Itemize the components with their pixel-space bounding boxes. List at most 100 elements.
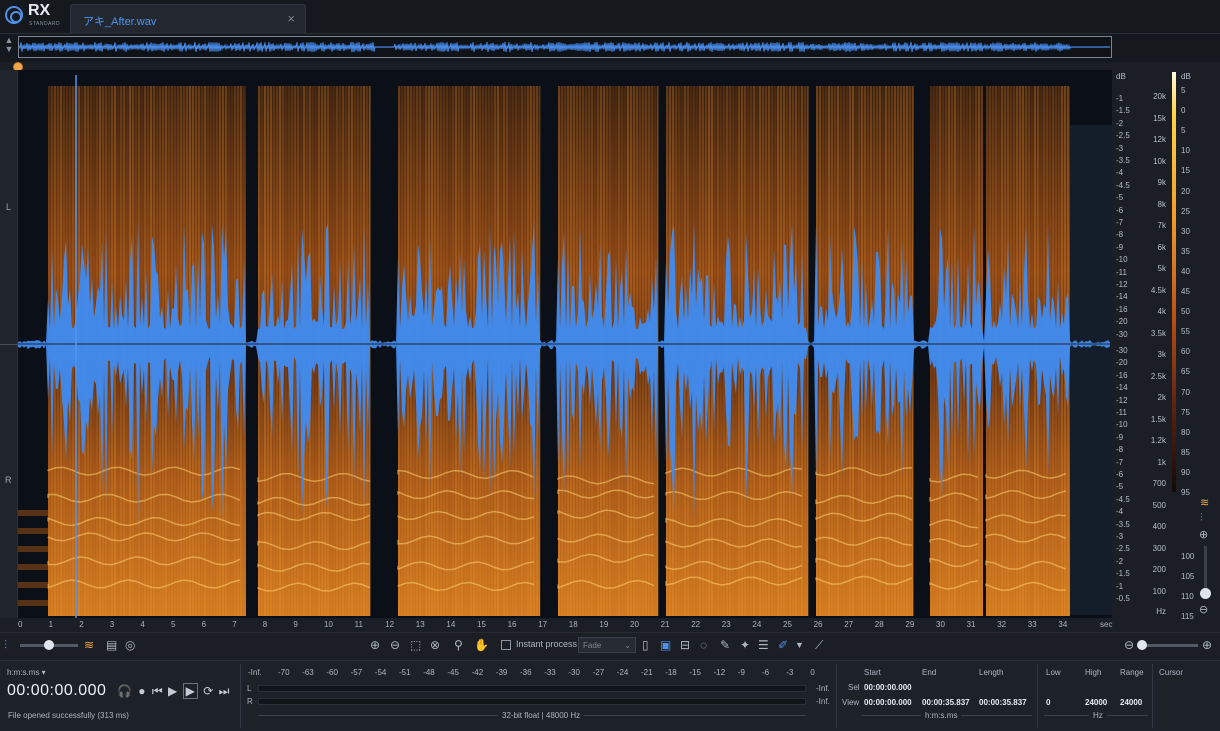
- meter-tick: -51: [399, 668, 411, 677]
- range-freq-field[interactable]: 24000: [1120, 698, 1142, 707]
- time-display: 00:00:00.000: [7, 682, 107, 699]
- view-length-field[interactable]: 00:00:35.837: [979, 698, 1027, 707]
- harmonics-icon[interactable]: ☰: [758, 637, 769, 653]
- time-tick: 0: [18, 620, 23, 629]
- waveform-icon[interactable]: ⫶: [4, 637, 7, 653]
- color-tick: 100: [1181, 552, 1195, 561]
- meter-tick: -42: [471, 668, 484, 677]
- high-freq-field[interactable]: 24000: [1085, 698, 1107, 707]
- frequency-selection-icon[interactable]: ⊟: [680, 637, 690, 653]
- time-tick: 13: [415, 620, 425, 629]
- headphones-icon[interactable]: 🎧: [117, 684, 132, 698]
- color-tick: 20: [1181, 186, 1190, 196]
- record-icon[interactable]: ●: [138, 684, 145, 698]
- range-header: Range: [1120, 668, 1144, 677]
- cursor-header: Cursor: [1159, 668, 1184, 677]
- color-tick: 50: [1181, 307, 1190, 317]
- magic-wand-icon[interactable]: ✦: [740, 637, 750, 653]
- zoom-selection-icon[interactable]: ⬚: [410, 637, 421, 653]
- freq-units-label: Hz: [1089, 711, 1107, 720]
- meter-tick: -18: [665, 668, 677, 677]
- time-tick: 26: [813, 620, 823, 629]
- time-tick: 30: [936, 620, 945, 629]
- zoom-fit-icon[interactable]: ⊗: [430, 637, 440, 653]
- zoom-out-icon[interactable]: ⊖: [390, 637, 400, 653]
- freq-tick: 5k: [1157, 264, 1166, 273]
- fade-mode-select[interactable]: Fade ⌄: [578, 637, 636, 653]
- loop-icon[interactable]: ⟳: [203, 684, 213, 698]
- db-tick: -16: [1116, 370, 1128, 380]
- chevron-down-icon[interactable]: ▼: [795, 637, 804, 653]
- db-tick: -4: [1116, 168, 1124, 178]
- logo-edition: STANDARD: [29, 21, 61, 27]
- low-freq-field[interactable]: 0: [1046, 698, 1050, 707]
- right-peak-value: -Inf.: [816, 697, 830, 706]
- time-format-select[interactable]: h:m:s.ms ▾: [7, 668, 46, 677]
- lowband-bar: [18, 600, 48, 606]
- sel-start-field[interactable]: 00:00:00.000: [864, 683, 912, 692]
- zoom-in-vertical-icon[interactable]: ⊕: [1199, 528, 1208, 541]
- meter-tick: 0: [810, 668, 815, 677]
- zoom-in-icon[interactable]: ⊕: [370, 637, 380, 653]
- zoom-out-horizontal-icon[interactable]: ⊖: [1124, 637, 1134, 653]
- db-tick: -0.5: [1116, 594, 1130, 603]
- zoom-in-horizontal-icon[interactable]: ⊕: [1202, 637, 1212, 653]
- lowband-bar: [18, 546, 48, 552]
- meter-tick: -70: [278, 668, 290, 677]
- freq-tick: 3.5k: [1150, 328, 1166, 338]
- meter-tick: -9: [737, 668, 745, 677]
- horizontal-zoom-thumb[interactable]: [1137, 640, 1147, 650]
- freq-tick: 7k: [1157, 221, 1166, 230]
- channel-right-label: R: [5, 475, 12, 485]
- curve-icon[interactable]: ⟋: [815, 637, 823, 653]
- comment-icon[interactable]: ◎: [125, 637, 135, 653]
- brush-icon[interactable]: ✎: [720, 637, 730, 653]
- hand-tool-icon[interactable]: ✋: [474, 637, 489, 653]
- time-selection-icon[interactable]: ▯: [642, 637, 649, 653]
- opacity-slider-thumb[interactable]: [44, 640, 54, 650]
- lowband-bar: [18, 564, 48, 570]
- meter-tick: -27: [592, 668, 605, 677]
- sel-row-label: Sel: [848, 683, 860, 692]
- meter-tick: -21: [641, 668, 653, 677]
- horizontal-zoom-slider[interactable]: [1138, 644, 1198, 647]
- skip-to-end-icon[interactable]: ⏭: [219, 684, 230, 698]
- instant-process-label: Instant process: [516, 639, 578, 649]
- lowband-bar: [18, 528, 48, 534]
- length-header: Length: [979, 668, 1004, 677]
- spectrogram-view[interactable]: [18, 70, 1112, 618]
- freq-unit: Hz: [1156, 607, 1166, 616]
- spectrogram-icon[interactable]: ≋: [84, 637, 94, 653]
- freq-tick: 300: [1152, 543, 1166, 553]
- color-tick: 5: [1181, 126, 1186, 136]
- waveform-toggle-icon[interactable]: ⫶: [1200, 512, 1203, 525]
- notes-icon[interactable]: ▤: [106, 637, 117, 653]
- zoom-out-vertical-icon[interactable]: ⊖: [1199, 603, 1208, 616]
- db-tick: -11: [1116, 408, 1127, 417]
- close-tab-icon[interactable]: ×: [287, 11, 295, 26]
- pencil-icon[interactable]: ✐: [778, 637, 788, 653]
- lasso-icon[interactable]: ◌: [700, 637, 707, 653]
- vertical-zoom-thumb[interactable]: [1200, 588, 1211, 599]
- color-tick: 65: [1181, 367, 1190, 377]
- zoom-tool-icon[interactable]: ⚲: [454, 637, 463, 653]
- time-frequency-selection-icon[interactable]: ▣: [660, 637, 671, 653]
- view-row-label: View: [842, 698, 860, 707]
- view-end-field[interactable]: 00:00:35.837: [922, 698, 970, 707]
- db-tick: -7: [1116, 218, 1124, 227]
- meter-tick: -45: [447, 668, 459, 677]
- instant-process-checkbox[interactable]: [501, 640, 511, 650]
- spectrogram-toggle-icon[interactable]: ≋: [1200, 496, 1209, 509]
- db-tick: -4.5: [1116, 494, 1130, 504]
- play-selection-icon[interactable]: ▶: [182, 683, 198, 699]
- db-tick: -8: [1116, 445, 1124, 455]
- skip-back-icon[interactable]: ⏮: [152, 684, 163, 698]
- spectrogram-canvas[interactable]: [18, 70, 1112, 618]
- db-tick: -20: [1116, 317, 1128, 327]
- overview-scroll-arrows[interactable]: ▲ ▼: [2, 36, 16, 60]
- view-start-field[interactable]: 00:00:00.000: [864, 698, 912, 707]
- freq-tick: 6k: [1157, 242, 1166, 252]
- play-icon[interactable]: ▶: [168, 684, 177, 698]
- file-tab[interactable]: アキ_After.wav ×: [70, 4, 306, 34]
- freq-tick: 400: [1152, 522, 1166, 531]
